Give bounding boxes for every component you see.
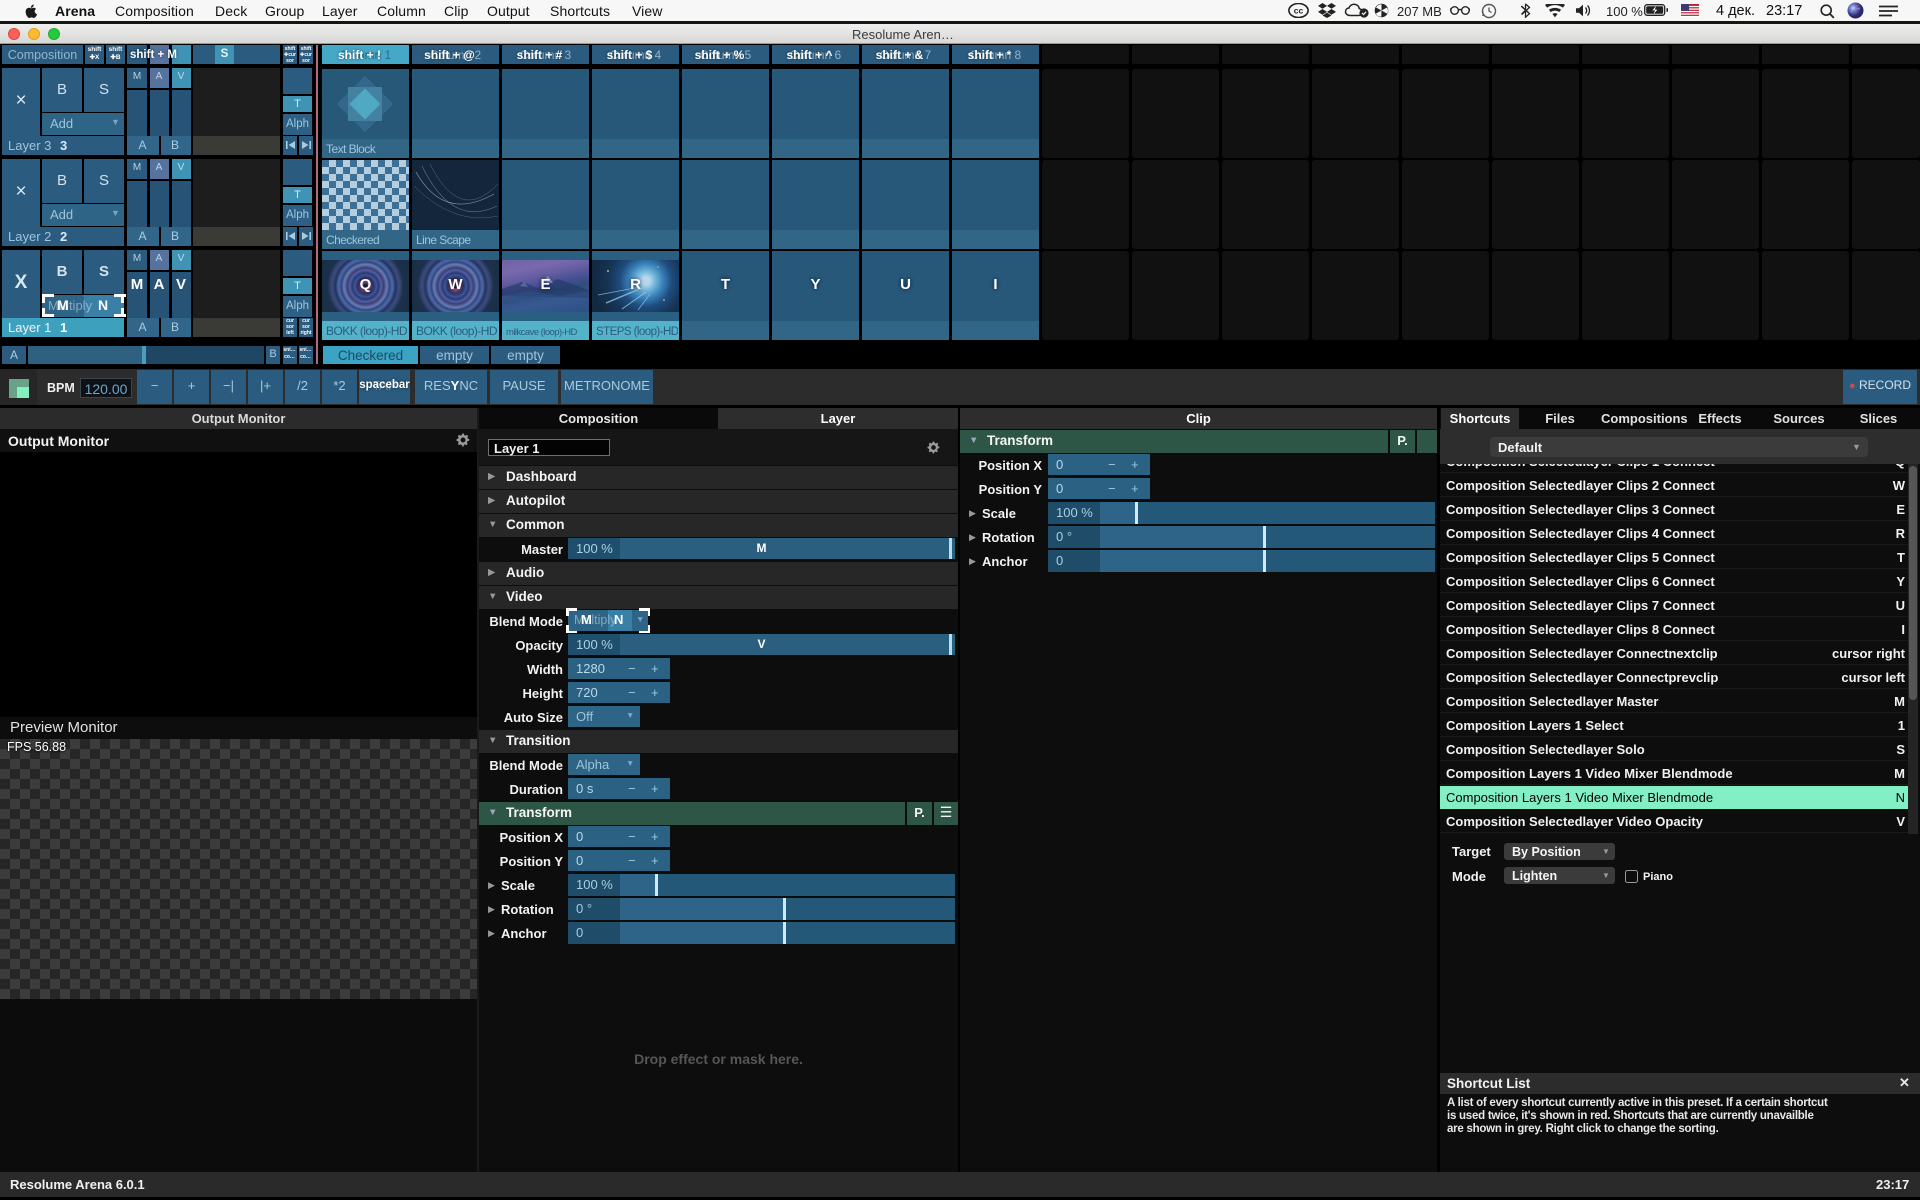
svg-text:cc: cc [1294, 6, 1304, 16]
